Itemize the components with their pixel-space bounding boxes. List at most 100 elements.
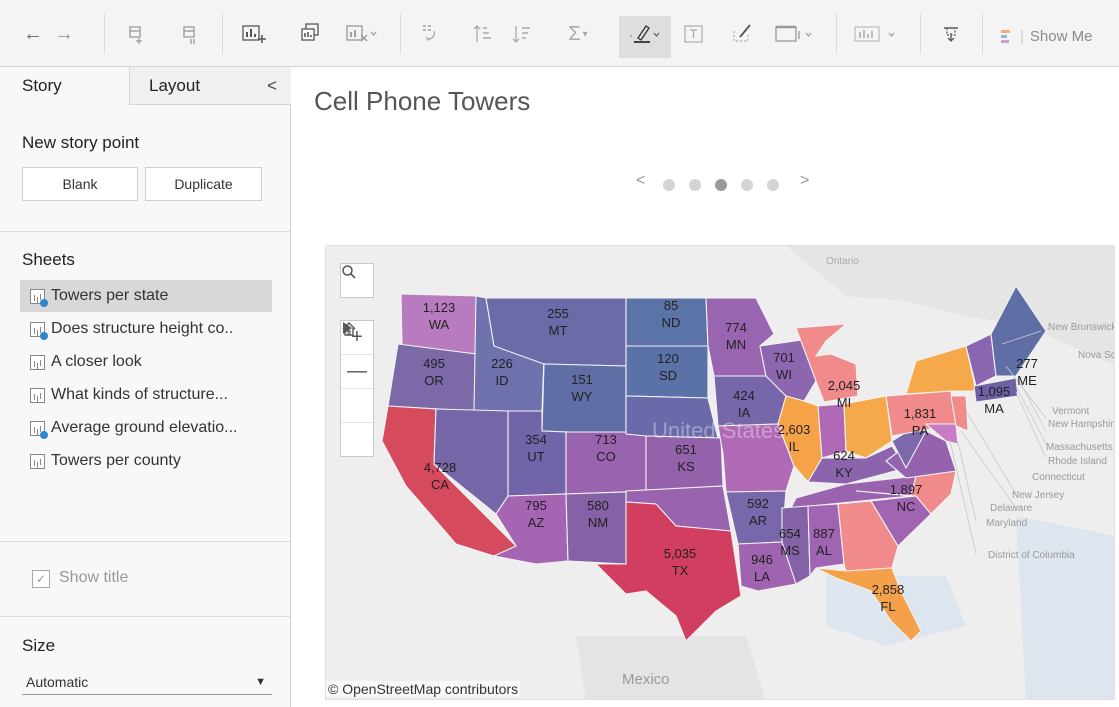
region-callout-label: Maryland xyxy=(986,518,1027,529)
story-title[interactable]: Cell Phone Towers xyxy=(314,86,530,117)
used-in-story-badge-icon xyxy=(40,430,48,439)
back-icon[interactable]: ← xyxy=(22,22,44,46)
section-divider xyxy=(0,616,290,617)
show-cards-icon[interactable] xyxy=(852,22,900,46)
pan-play-icon[interactable] xyxy=(341,322,373,456)
state-value: 495 xyxy=(423,356,445,371)
state-abbreviation: PA xyxy=(912,423,929,438)
sort-ascending-icon[interactable] xyxy=(470,22,494,46)
search-icon[interactable] xyxy=(341,264,373,297)
state-value: 1,123 xyxy=(423,300,456,315)
map-view[interactable]: Ontario Mexico United States New Brunswi… xyxy=(325,245,1115,700)
state-value: 592 xyxy=(747,496,769,511)
story-point-dot[interactable] xyxy=(663,179,675,191)
sheet-item[interactable]: A closer look xyxy=(20,346,272,378)
duplicate-sheet-icon[interactable] xyxy=(298,22,324,46)
next-point-arrow[interactable]: > xyxy=(800,172,809,190)
state-abbreviation: WA xyxy=(429,317,450,332)
state-value: 226 xyxy=(491,356,513,371)
sheet-item-label: Towers per county xyxy=(51,452,181,469)
sheet-item[interactable]: What kinds of structure... xyxy=(20,379,272,411)
pause-updates-icon[interactable] xyxy=(178,22,202,46)
highlight-icon[interactable] xyxy=(626,22,664,46)
show-title-label: Show title xyxy=(59,569,129,586)
state-value: 774 xyxy=(725,320,747,335)
state-abbreviation: MN xyxy=(726,337,746,352)
new-data-source-icon[interactable] xyxy=(124,22,148,46)
annotate-icon[interactable] xyxy=(731,22,755,46)
present-icon[interactable] xyxy=(940,22,964,46)
new-worksheet-icon[interactable] xyxy=(240,22,268,46)
state-value: 2,858 xyxy=(872,582,905,597)
story-point-dot[interactable] xyxy=(715,179,727,191)
worksheet-icon xyxy=(30,354,45,370)
region-callout-label: New Brunswick xyxy=(1048,322,1115,333)
story-point-dot[interactable] xyxy=(689,179,701,191)
sheets-heading: Sheets xyxy=(22,250,75,269)
region-callout-label: Vermont xyxy=(1052,406,1089,417)
united-states-watermark: United States xyxy=(652,418,784,443)
sheet-item-label: Towers per state xyxy=(51,287,169,304)
state-value: 1,897 xyxy=(890,482,923,497)
clear-sheet-icon[interactable] xyxy=(344,22,378,46)
previous-point-arrow[interactable]: < xyxy=(636,172,645,190)
size-dropdown[interactable]: Automatic ▼ xyxy=(22,669,272,695)
state-value: 255 xyxy=(547,306,569,321)
state-abbreviation: NC xyxy=(897,499,916,514)
used-in-story-badge-icon xyxy=(40,331,48,340)
state-value: 701 xyxy=(773,350,795,365)
sheet-item[interactable]: Does structure height co.. xyxy=(20,313,272,345)
fit-icon[interactable] xyxy=(772,22,818,46)
worksheet-icon xyxy=(30,453,45,469)
tab-story[interactable]: Story xyxy=(0,67,130,105)
map-attribution[interactable]: © OpenStreetMap contributors xyxy=(326,681,521,697)
state-value: 654 xyxy=(779,526,801,541)
tab-layout[interactable]: Layout < xyxy=(130,67,291,105)
sheet-item-label: Does structure height co.. xyxy=(51,320,234,337)
state-value: 151 xyxy=(571,372,593,387)
region-callout-label: Connecticut xyxy=(1032,472,1085,483)
totals-icon[interactable]: Σ ▾ xyxy=(562,22,594,46)
blank-button[interactable]: Blank xyxy=(22,167,138,201)
region-callout-label: New Jersey xyxy=(1012,490,1064,501)
forward-icon[interactable]: → xyxy=(53,22,75,46)
toolbar-divider xyxy=(836,14,837,54)
sheet-item-label: What kinds of structure... xyxy=(51,386,228,403)
toolbar-divider xyxy=(104,14,105,54)
state-abbreviation: WY xyxy=(572,389,593,404)
state-value: 580 xyxy=(587,498,609,513)
sheet-item[interactable]: Average ground elevatio... xyxy=(20,412,272,444)
worksheet-icon xyxy=(30,420,48,439)
state-value: 424 xyxy=(733,388,755,403)
state-abbreviation: IL xyxy=(789,439,800,454)
section-divider xyxy=(0,231,290,232)
sheet-item[interactable]: Towers per state xyxy=(20,280,272,312)
state-value: 887 xyxy=(813,526,835,541)
collapse-panel-icon[interactable]: < xyxy=(267,67,277,105)
state-abbreviation: LA xyxy=(754,569,770,584)
labels-icon[interactable] xyxy=(682,22,706,46)
worksheet-icon xyxy=(30,321,48,340)
story-point-dot[interactable] xyxy=(741,179,753,191)
duplicate-button[interactable]: Duplicate xyxy=(145,167,262,201)
state-abbreviation: AL xyxy=(816,543,832,558)
swap-rows-columns-icon[interactable] xyxy=(418,22,444,46)
sheet-item[interactable]: Towers per county xyxy=(20,445,272,477)
story-point-dot[interactable] xyxy=(767,179,779,191)
region-callout-label: Rhode Island xyxy=(1048,456,1107,467)
show-title-checkbox[interactable]: ✓ xyxy=(32,570,50,588)
state-value: 5,035 xyxy=(664,546,697,561)
show-me-icon[interactable] xyxy=(999,26,1013,50)
state-value: 120 xyxy=(657,351,679,366)
state-abbreviation: CA xyxy=(431,477,449,492)
sort-descending-icon[interactable] xyxy=(509,22,533,46)
worksheet-icon xyxy=(30,288,48,307)
home-icon[interactable] xyxy=(341,322,373,423)
show-me-button[interactable]: | Show Me xyxy=(1020,28,1092,45)
region-callout-label: Delaware xyxy=(990,503,1033,514)
state-abbreviation: CO xyxy=(596,449,616,464)
used-in-story-badge-icon xyxy=(40,298,48,307)
tab-layout-label: Layout xyxy=(149,76,201,95)
zoom-out-icon[interactable]: — xyxy=(341,355,373,389)
state-value: 2,045 xyxy=(828,378,861,393)
